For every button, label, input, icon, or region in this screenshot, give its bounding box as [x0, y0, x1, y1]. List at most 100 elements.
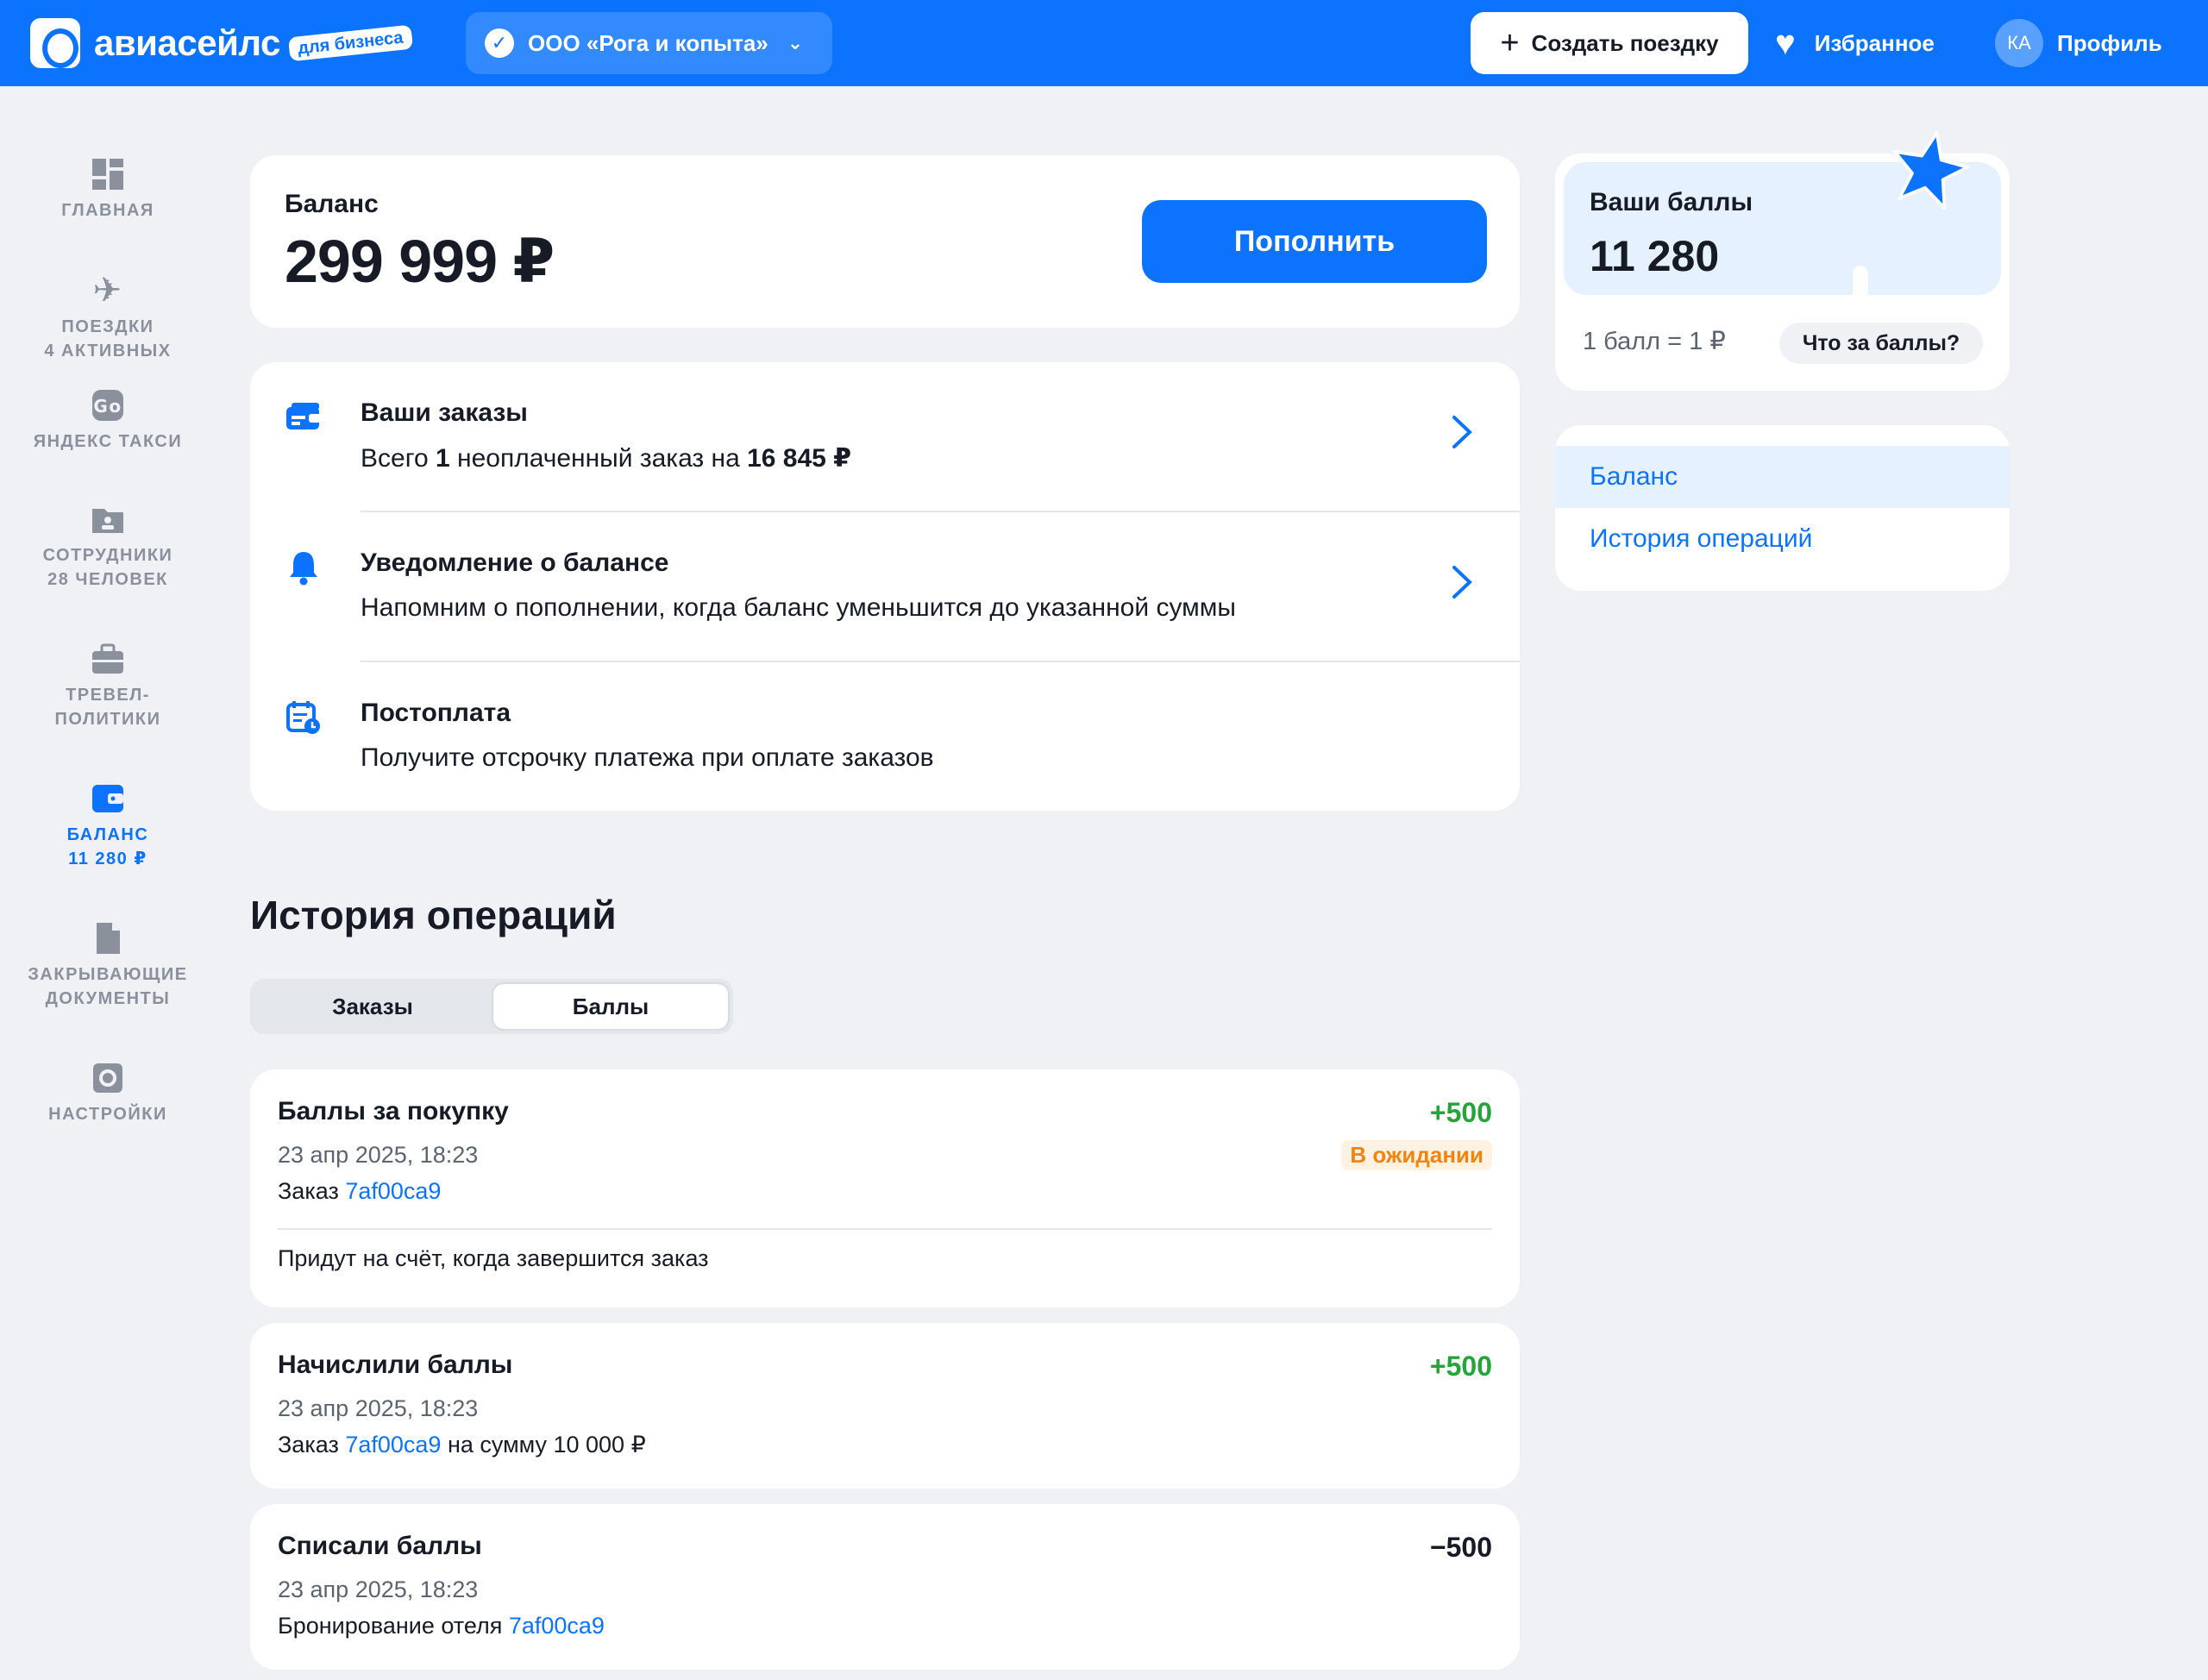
ticket-notch [1853, 266, 1868, 304]
sidebar-item-label: НАСТРОЙКИ [48, 1105, 167, 1124]
sidebar-item-yandex-taxi[interactable]: Go ЯНДЕКС ТАКСИ [0, 386, 216, 454]
balance-notification-row[interactable]: Уведомление о балансе Напомним о пополне… [250, 512, 1520, 662]
sidebar-item-trips[interactable]: ✈ ПОЕЗДКИ 4 АКТИВНЫХ [0, 272, 216, 363]
sidebar-item-sub: ДОКУМЕНТЫ [45, 989, 171, 1008]
balance-card: Баланс 299 999 ₽ Пополнить [250, 155, 1520, 328]
balance-label: Баланс [285, 190, 379, 218]
sidebar-item-employees[interactable]: СОТРУДНИКИ 28 ЧЕЛОВЕК [0, 500, 216, 592]
operation-order-label: Заказ [278, 1178, 346, 1204]
postpay-calendar-icon [285, 699, 323, 737]
profile-link[interactable]: КА Профиль [1995, 19, 2162, 67]
chevron-right-icon [1449, 562, 1475, 612]
points-card: Ваши баллы 11 280 1 балл = 1 ₽ Что за ба… [1555, 130, 2010, 391]
postpay-row: Постоплата Получите отсрочку платежа при… [250, 662, 1520, 812]
operation-date: 23 апр 2025, 18:23 [278, 1577, 479, 1602]
orders-unpaid-count: 1 [436, 444, 450, 473]
operation-item: Начислили баллы 23 апр 2025, 18:23 Заказ… [250, 1323, 1520, 1489]
postpay-title: Постоплата [361, 699, 511, 727]
operation-note: Придут на счёт, когда завершится заказ [278, 1245, 709, 1271]
topup-button[interactable]: Пополнить [1142, 200, 1487, 283]
order-link[interactable]: 7af00ca9 [509, 1613, 605, 1639]
points-value: 11 280 [1590, 232, 1720, 280]
sidebar-item-sub: 11 280 ₽ [68, 849, 147, 868]
sidebar-item-label: ЯНДЕКС ТАКСИ [33, 432, 183, 451]
avatar: КА [1995, 19, 2043, 67]
operation-order: Бронирование отеля 7af00ca9 [278, 1613, 605, 1639]
order-link[interactable]: 7af00ca9 [345, 1178, 441, 1204]
company-selector[interactable]: ✓ ООО «Рога и копыта» ⌄ [466, 12, 832, 74]
operation-order-label: Бронирование отеля [278, 1613, 509, 1639]
logo-text: авиасейлс [94, 22, 280, 63]
orders-title: Ваши заказы [361, 398, 528, 427]
sidebar-item-label: ЗАКРЫВАЮЩИЕ [28, 965, 188, 984]
operation-date: 23 апр 2025, 18:23 [278, 1142, 479, 1168]
tab-points[interactable]: Баллы [492, 982, 730, 1031]
operation-title: Начислили баллы [278, 1351, 513, 1379]
sidebar-item-label: ПОЕЗДКИ [61, 317, 154, 336]
sidebar-item-travel-policies[interactable]: ТРЕВЕЛ- ПОЛИТИКИ [0, 640, 216, 731]
operation-amount: +500 [1429, 1351, 1492, 1382]
tab-orders[interactable]: Заказы [254, 982, 492, 1031]
chevron-right-icon [1449, 412, 1475, 462]
operation-order: Заказ 7af00ca9 на сумму 10 000 ₽ [278, 1432, 646, 1458]
dashboard-icon [89, 155, 127, 193]
operation-amount: −500 [1429, 1532, 1492, 1563]
operation-order-suffix: на сумму 10 000 ₽ [441, 1432, 646, 1457]
points-rate: 1 балл = 1 ₽ [1583, 328, 1726, 355]
side-nav-balance[interactable]: Баланс [1555, 446, 2010, 508]
wallet-icon [89, 780, 127, 818]
sidebar-item-label: БАЛАНС [66, 825, 149, 844]
sidebar-item-sub: 4 АКТИВНЫХ [44, 342, 172, 360]
orders-summary: Всего 1 неоплаченный заказ на 16 845 ₽ [361, 443, 851, 473]
orders-unpaid-sum: 16 845 ₽ [747, 444, 852, 473]
create-trip-button[interactable]: + Создать поездку [1471, 12, 1748, 74]
sidebar-item-closing-documents[interactable]: ЗАКРЫВАЮЩИЕ ДОКУМЕНТЫ [0, 919, 216, 1011]
heart-icon: ♥ [1775, 23, 1796, 62]
taxi-go-icon: Go [89, 386, 127, 424]
sidebar-item-home[interactable]: ГЛАВНАЯ [0, 155, 216, 223]
operation-amount: +500 [1429, 1097, 1492, 1128]
plane-icon: ✈ [92, 272, 123, 310]
favorites-link[interactable]: ♥ Избранное [1775, 24, 1935, 62]
orders-row[interactable]: Ваши заказы Всего 1 неоплаченный заказ н… [250, 362, 1520, 512]
logo[interactable]: авиасейлс для бизнеса [30, 17, 413, 69]
operation-divider [278, 1228, 1492, 1230]
sidebar-item-label: СОТРУДНИКИ [42, 546, 173, 565]
operation-title: Списали баллы [278, 1532, 482, 1560]
side-nav: Баланс История операций [1555, 425, 2010, 591]
plus-icon: + [1500, 24, 1520, 61]
side-nav-history[interactable]: История операций [1555, 508, 2010, 570]
create-trip-label: Создать поездку [1531, 29, 1719, 56]
orders-card-icon [285, 398, 323, 436]
settings-icon [89, 1059, 127, 1097]
operation-title: Баллы за покупку [278, 1097, 509, 1125]
balance-notification-title: Уведомление о балансе [361, 549, 669, 577]
points-label: Ваши баллы [1590, 188, 1753, 216]
top-header: авиасейлс для бизнеса ✓ ООО «Рога и копы… [0, 0, 2208, 86]
sidebar-item-settings[interactable]: НАСТРОЙКИ [0, 1059, 216, 1126]
postpay-sub: Получите отсрочку платежа при оплате зак… [361, 743, 934, 772]
operation-order-label: Заказ [278, 1432, 346, 1457]
info-card: Ваши заказы Всего 1 неоплаченный заказ н… [250, 362, 1520, 811]
sidebar-item-label: ГЛАВНАЯ [61, 201, 154, 220]
chevron-down-icon: ⌄ [787, 32, 804, 53]
operation-date: 23 апр 2025, 18:23 [278, 1395, 479, 1421]
document-icon [89, 919, 127, 957]
balance-amount: 299 999 ₽ [285, 228, 555, 295]
status-badge: В ожидании [1341, 1140, 1492, 1170]
svg-text:Go: Go [93, 396, 122, 417]
verified-check-icon: ✓ [485, 28, 514, 58]
favorites-label: Избранное [1814, 29, 1935, 56]
orders-summary-pre: Всего [361, 444, 436, 473]
orders-summary-mid: неоплаченный заказ на [449, 444, 748, 473]
what-are-points-button[interactable]: Что за баллы? [1779, 323, 1983, 364]
order-link[interactable]: 7af00ca9 [345, 1432, 441, 1457]
employees-folder-icon [89, 500, 127, 538]
briefcase-icon [89, 640, 127, 678]
logo-mark-icon [30, 18, 80, 68]
sidebar-item-sub: 28 ЧЕЛОВЕК [47, 570, 168, 589]
profile-label: Профиль [2057, 29, 2162, 56]
sidebar-item-sub: ПОЛИТИКИ [54, 710, 161, 729]
bell-icon [285, 549, 323, 586]
sidebar-item-balance[interactable]: БАЛАНС 11 280 ₽ [0, 780, 216, 871]
